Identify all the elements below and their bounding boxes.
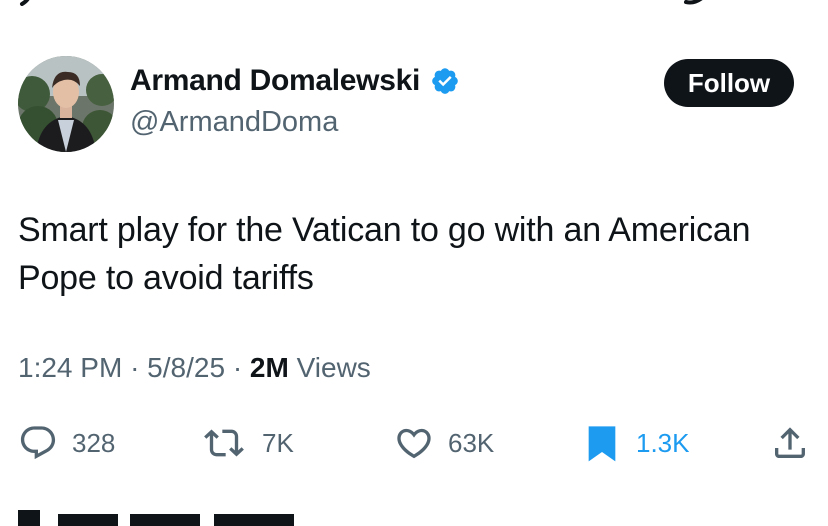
reply-count: 328 <box>72 427 116 458</box>
like-icon <box>397 428 431 459</box>
bookmark-count: 1.3K <box>636 427 690 458</box>
author-name-row: Armand Domalewski <box>130 64 460 98</box>
meta-separator: · <box>130 352 148 383</box>
follow-button[interactable]: Follow <box>664 59 794 107</box>
like-button[interactable]: 63K <box>394 418 494 468</box>
avatar[interactable] <box>18 56 114 152</box>
tweet-time[interactable]: 1:24 PM <box>18 352 122 383</box>
share-button[interactable] <box>770 418 810 468</box>
author-handle[interactable]: @ArmandDoma <box>130 106 338 139</box>
meta-separator: · <box>232 352 250 383</box>
reply-icon <box>20 426 56 460</box>
tweet-text: Smart play for the Vatican to go with an… <box>18 211 751 297</box>
author-name[interactable]: Armand Domalewski <box>130 64 420 98</box>
repost-button[interactable]: 7K <box>200 418 294 468</box>
tweet-meta: 1:24 PM · 5/8/25 · 2M Views <box>18 352 371 384</box>
repost-icon <box>204 429 244 457</box>
share-icon <box>775 427 805 458</box>
bookmark-icon <box>588 426 616 462</box>
verified-icon <box>432 68 458 94</box>
bookmark-button[interactable]: 1.3K <box>582 418 690 468</box>
reply-button[interactable]: 328 <box>18 418 115 468</box>
views-label: Views <box>296 352 371 383</box>
views-count: 2M <box>249 352 289 383</box>
repost-count: 7K <box>262 427 294 458</box>
action-bar: 328 7K 63K 1.3K <box>0 418 828 468</box>
tweet-date[interactable]: 5/8/25 <box>147 352 225 383</box>
cropped-next-content <box>18 510 294 526</box>
like-count: 63K <box>448 427 495 458</box>
cropped-previous-content <box>20 0 703 6</box>
